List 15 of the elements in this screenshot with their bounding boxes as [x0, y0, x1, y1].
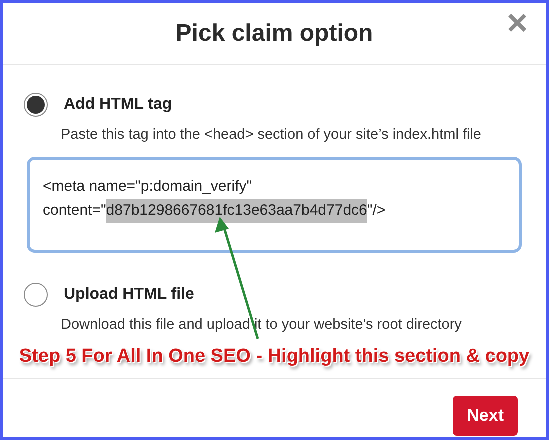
code-field[interactable]: <meta name="p:domain_verify" content="d87b1298667681fc13e63aa7b4d77dc6"/>	[27, 157, 522, 253]
selected-text: d87b1298667681fc13e63aa7b4d77dc6	[106, 199, 368, 223]
code-text: "/>	[367, 201, 386, 221]
option-description: Paste this tag into the <head> section of your site’s index.html file	[61, 127, 482, 143]
annotation-text: Step 5 For All In One SEO - Highlight this section & copy	[19, 345, 530, 369]
next-button[interactable]: Next	[453, 396, 518, 436]
option-label: Upload HTML file	[64, 285, 194, 305]
dialog-title: Pick claim option	[176, 18, 374, 48]
radio-button[interactable]	[24, 283, 48, 307]
radio-button[interactable]	[24, 93, 48, 117]
option-description: Download this file and upload it to your website's root directory	[61, 317, 462, 333]
code-line: <meta name="p:domain_verify"	[43, 177, 254, 197]
code-text: content="	[43, 201, 106, 221]
option-label: Add HTML tag	[64, 95, 172, 115]
close-button[interactable]: ×	[506, 5, 528, 41]
